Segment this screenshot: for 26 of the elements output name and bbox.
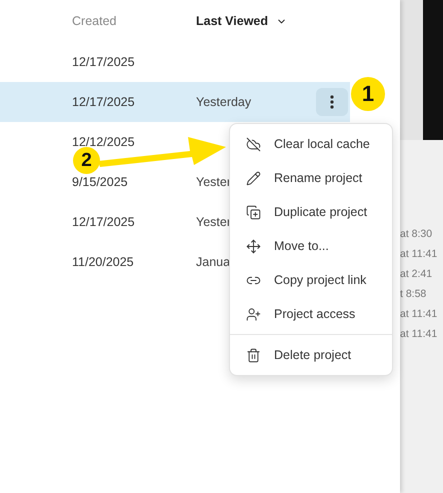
table-cell: Janua [196,255,230,269]
table-cell: Yester [196,215,231,229]
column-header[interactable]: Created [72,14,116,28]
table-cell: 12/17/2025 [72,215,135,229]
timestamp: at 11:41 [400,307,438,322]
menu-item[interactable]: Clear local cache [230,127,392,161]
menu-item[interactable]: Duplicate project [230,195,392,229]
timestamp: at 11:41 [400,327,438,342]
table-cell: 12/17/2025 [72,55,135,69]
table-cell: 12/12/2025 [72,135,135,149]
timestamp: at 8:30 [400,227,434,242]
table-cell: Yester [196,175,231,189]
table-cell: 11/20/2025 [72,255,134,269]
table-cell: 12/17/2025 [72,95,135,109]
menu-item[interactable]: Project access [230,297,392,331]
selected-row[interactable]: 12/17/2025 Yesterday [0,82,350,122]
table-cell: 9/15/2025 [72,175,128,189]
timestamp: t 8:58 [400,287,428,302]
menu-item[interactable]: Move to... [230,229,392,263]
menu-item[interactable]: Copy project link [230,263,392,297]
column-header[interactable]: Last Viewed [196,14,268,28]
menu-item[interactable]: Delete project [230,338,392,372]
timestamp: at 2:41 [400,267,434,282]
timestamp: at 11:41 [400,247,438,262]
menu-item[interactable]: Rename project [230,161,392,195]
table-cell: Yesterday [196,95,252,109]
